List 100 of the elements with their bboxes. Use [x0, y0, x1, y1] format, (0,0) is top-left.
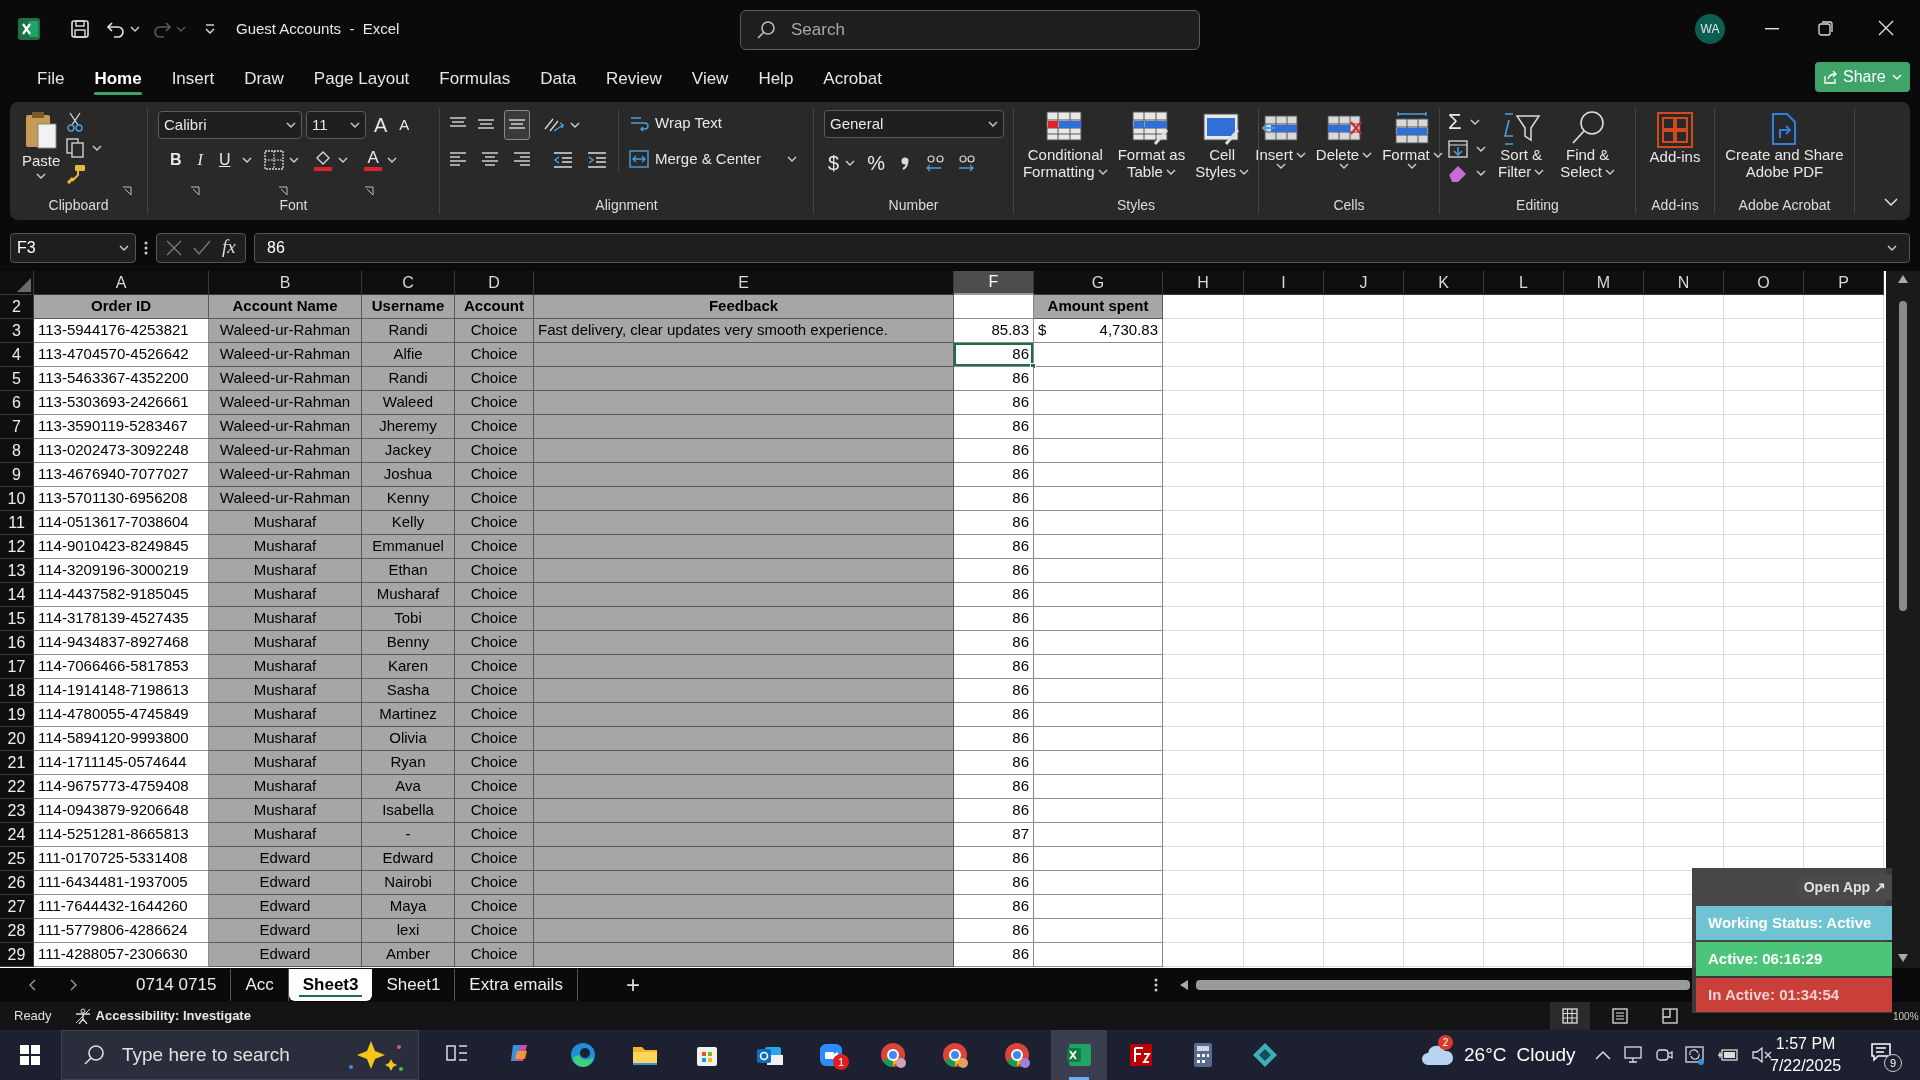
- scroll-left-icon[interactable]: [1180, 980, 1188, 990]
- menu-tab[interactable]: Page Layout: [302, 61, 421, 97]
- row-header[interactable]: 16: [0, 631, 34, 655]
- menu-tab[interactable]: Review: [595, 61, 673, 97]
- row-header[interactable]: 5: [0, 367, 34, 391]
- next-sheet-icon[interactable]: [70, 979, 78, 991]
- table-cell[interactable]: 86: [954, 511, 1034, 535]
- restore-button[interactable]: [1818, 20, 1834, 36]
- collapse-ribbon-icon[interactable]: [1884, 198, 1898, 206]
- font-size-field[interactable]: 11: [306, 111, 366, 139]
- row-header[interactable]: 11: [0, 511, 34, 535]
- table-cell[interactable]: 86: [954, 391, 1034, 415]
- page-break-view-button[interactable]: [1662, 1008, 1678, 1024]
- table-cell[interactable]: [954, 295, 1034, 319]
- fill-color-button[interactable]: [313, 149, 349, 171]
- font-color-button[interactable]: A: [364, 149, 397, 171]
- column-header[interactable]: P: [1804, 271, 1884, 295]
- camera-icon[interactable]: [1655, 1046, 1673, 1064]
- search-field[interactable]: Search: [740, 10, 1200, 50]
- create-pdf-button[interactable]: Create and Share Adobe PDF: [1721, 112, 1848, 180]
- undo-button[interactable]: [106, 19, 140, 39]
- insert-cells-button[interactable]: Insert: [1251, 112, 1310, 169]
- find-select-button[interactable]: Find & Select: [1556, 110, 1620, 180]
- row-header[interactable]: 24: [0, 823, 34, 847]
- table-cell[interactable]: 86: [954, 895, 1034, 919]
- horizontal-scrollbar[interactable]: [1196, 980, 1690, 990]
- user-avatar[interactable]: WA: [1695, 14, 1725, 44]
- row-header[interactable]: 9: [0, 463, 34, 487]
- menu-tab[interactable]: View: [680, 61, 740, 97]
- table-cell[interactable]: 86: [954, 535, 1034, 559]
- taskbar-app[interactable]: 1: [803, 1030, 859, 1080]
- row-header[interactable]: 10: [0, 487, 34, 511]
- row-header[interactable]: 3: [0, 319, 34, 343]
- column-header[interactable]: E: [534, 271, 954, 295]
- row-header[interactable]: 12: [0, 535, 34, 559]
- notifications-button[interactable]: 9: [1868, 1040, 1902, 1072]
- row-header[interactable]: 25: [0, 847, 34, 871]
- table-cell[interactable]: 86: [954, 727, 1034, 751]
- more-options-icon[interactable]: [144, 240, 148, 255]
- table-cell[interactable]: 86: [954, 415, 1034, 439]
- table-cell[interactable]: 86: [954, 847, 1034, 871]
- formula-input[interactable]: 86: [254, 232, 1910, 263]
- column-header[interactable]: G: [1034, 271, 1163, 295]
- row-header[interactable]: 18: [0, 679, 34, 703]
- monitor-icon[interactable]: [1623, 1046, 1643, 1064]
- menu-tab[interactable]: Insert: [160, 61, 226, 97]
- table-cell[interactable]: 86: [954, 559, 1034, 583]
- sync-icon[interactable]: [1685, 1045, 1705, 1065]
- row-header[interactable]: 22: [0, 775, 34, 799]
- number-format-field[interactable]: General: [824, 110, 1004, 138]
- table-cell[interactable]: 87: [954, 823, 1034, 847]
- table-cell[interactable]: 86: [954, 799, 1034, 823]
- accessibility-status[interactable]: Accessibility: Investigate: [95, 1006, 251, 1026]
- menu-tab[interactable]: Data: [529, 61, 588, 97]
- column-header[interactable]: K: [1404, 271, 1484, 295]
- page-layout-view-button[interactable]: [1612, 1008, 1628, 1024]
- row-header[interactable]: 2: [0, 295, 34, 319]
- format-as-table-button[interactable]: Format as Table: [1113, 110, 1190, 180]
- open-app-button[interactable]: Open App ↗: [1797, 874, 1892, 900]
- temperature[interactable]: 26°C: [1464, 1040, 1507, 1070]
- percent-button[interactable]: %: [867, 148, 885, 178]
- redo-button[interactable]: [152, 19, 186, 39]
- customize-menu-icon[interactable]: [204, 23, 216, 35]
- row-header[interactable]: 26: [0, 871, 34, 895]
- scroll-down-icon[interactable]: [1898, 954, 1908, 962]
- column-header[interactable]: D: [455, 271, 534, 295]
- column-header[interactable]: L: [1484, 271, 1564, 295]
- table-cell[interactable]: 86: [954, 463, 1034, 487]
- row-header[interactable]: 20: [0, 727, 34, 751]
- clear-button[interactable]: [1448, 164, 1486, 182]
- column-header[interactable]: M: [1564, 271, 1644, 295]
- battery-icon[interactable]: [1717, 1048, 1739, 1062]
- dialog-launcher-icon[interactable]: [278, 186, 288, 196]
- menu-tab[interactable]: Formulas: [428, 61, 522, 97]
- name-box[interactable]: F3: [10, 232, 136, 263]
- dialog-launcher-icon[interactable]: [364, 186, 374, 196]
- row-header[interactable]: 7: [0, 415, 34, 439]
- chevron-up-icon[interactable]: [1595, 1050, 1611, 1060]
- save-button[interactable]: [68, 17, 92, 41]
- cancel-icon[interactable]: [166, 239, 183, 256]
- normal-view-button[interactable]: [1550, 1002, 1590, 1030]
- clock-date[interactable]: 7/22/2025: [1770, 1055, 1842, 1077]
- format-cells-button[interactable]: Format: [1378, 112, 1447, 169]
- row-header[interactable]: 27: [0, 895, 34, 919]
- column-header[interactable]: O: [1724, 271, 1804, 295]
- fill-button[interactable]: [1448, 140, 1486, 158]
- column-header[interactable]: J: [1324, 271, 1404, 295]
- wrap-text-button[interactable]: Wrap Text: [629, 110, 797, 136]
- column-header[interactable]: B: [209, 271, 362, 295]
- font-name-field[interactable]: Calibri: [158, 111, 302, 139]
- menu-tab[interactable]: Help: [747, 61, 805, 97]
- close-button[interactable]: [1878, 20, 1894, 36]
- row-header[interactable]: 13: [0, 559, 34, 583]
- more-options-icon[interactable]: [1154, 978, 1158, 992]
- column-header[interactable]: N: [1644, 271, 1724, 295]
- decrease-font-size-button[interactable]: A: [395, 113, 414, 137]
- table-cell[interactable]: 86: [954, 679, 1034, 703]
- column-header[interactable]: F: [954, 271, 1034, 295]
- row-header[interactable]: 21: [0, 751, 34, 775]
- table-cell[interactable]: 86: [954, 343, 1034, 367]
